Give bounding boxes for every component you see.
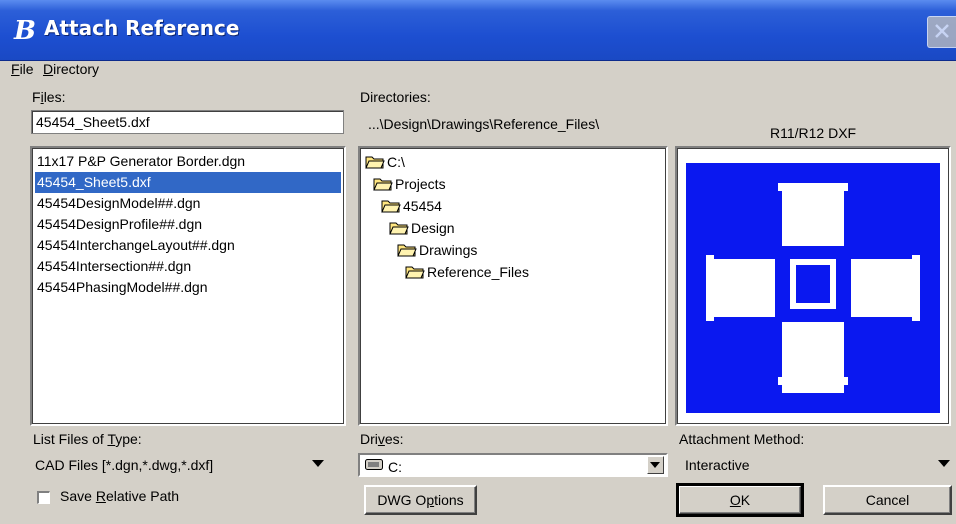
file-list-item[interactable]: 45454InterchangeLayout##.dgn [35,235,341,256]
filename-input[interactable]: 45454_Sheet5.dxf [31,110,344,134]
open-folder-icon [389,221,411,235]
directory-tree-item[interactable]: Reference_Files [363,261,663,283]
window-title: Attach Reference [44,16,240,40]
files-listbox[interactable]: 11x17 P&P Generator Border.dgn 45454_Shee… [30,146,346,426]
directory-tree-label: Design [411,220,455,236]
files-list: 11x17 P&P Generator Border.dgn 45454_Shee… [35,151,341,421]
file-list-item[interactable]: 45454DesignModel##.dgn [35,193,341,214]
directory-tree-item[interactable]: Drawings [363,239,663,261]
drives-dropdown[interactable]: C: [358,453,668,477]
preview-block [844,163,940,259]
drives-label: Drives: [360,431,404,447]
preview-pane [675,146,951,426]
directory-tree-label: Drawings [419,242,478,258]
close-icon [935,24,949,38]
directory-tree-item[interactable]: C:\ [363,151,663,173]
files-label: Files: [32,89,66,105]
open-folder-icon [405,265,427,279]
open-folder-icon [381,199,403,213]
file-type-value: CAD Files [*.dgn,*.dwg,*.dxf] [35,457,214,473]
preview-gap [778,377,848,385]
menu-bar [0,60,956,82]
preview-center-block [796,265,830,303]
directory-tree-label: Projects [395,176,446,192]
microstation-b-icon: B [14,16,36,46]
file-type-label: List Files of Type: [33,431,142,447]
file-list-item[interactable]: 11x17 P&P Generator Border.dgn [35,151,341,172]
preview-block [686,255,706,321]
file-list-item[interactable]: 45454_Sheet5.dxf [35,172,341,193]
directory-tree-item[interactable]: Design [363,217,663,239]
dwg-options-button[interactable]: DWG Options [364,485,477,515]
preview-block [686,317,782,413]
preview-block [778,163,848,183]
directory-tree-label: C:\ [387,154,405,170]
preview-block [778,393,848,413]
preview-block [920,255,940,321]
directory-tree-label: 45454 [403,198,442,214]
drives-dropdown-button[interactable] [647,456,664,474]
file-list-item[interactable]: 45454DesignProfile##.dgn [35,214,341,235]
open-folder-icon [373,177,395,191]
directories-tree[interactable]: C:\ Projects 45454 Design Drawings Reference_… [358,146,668,426]
filename-value: 45454_Sheet5.dxf [36,114,150,130]
file-type-dropdown[interactable]: CAD Files [*.dgn,*.dwg,*.dxf] [30,453,340,477]
current-path: ...\Design\Drawings\Reference_Files\ [368,116,600,132]
dir-tree-list: C:\ Projects 45454 Design Drawings Reference_… [363,151,663,421]
preview-gap [706,255,714,321]
drive-icon [365,459,383,470]
attachment-method-label: Attachment Method: [679,431,805,447]
ok-button[interactable]: OK [676,483,804,517]
open-folder-icon [365,155,387,169]
menu-file[interactable]: File [11,61,34,77]
file-list-item[interactable]: 45454PhasingModel##.dgn [35,277,341,298]
directory-tree-item[interactable]: Projects [363,173,663,195]
preview-block [686,163,782,259]
file-list-item[interactable]: 45454Intersection##.dgn [35,256,341,277]
save-relative-path-label[interactable]: Save Relative Path [60,488,179,504]
directory-tree-item[interactable]: 45454 [363,195,663,217]
preview-gap [778,183,848,191]
attachment-method-dropdown[interactable]: Interactive [675,453,956,477]
chevron-down-icon [312,460,324,467]
menu-directory[interactable]: Directory [43,61,99,77]
chevron-down-icon [938,460,950,467]
directory-tree-label: Reference_Files [427,264,529,280]
cancel-button[interactable]: Cancel [823,485,952,515]
directories-label: Directories: [360,89,431,105]
attachment-method-value: Interactive [685,457,750,473]
open-folder-icon [397,243,419,257]
chevron-down-icon [650,462,660,468]
preview-gap [912,255,920,321]
close-button[interactable] [927,16,956,48]
preview-format-label: R11/R12 DXF [770,125,857,141]
dxf-preview-image [686,163,940,413]
drives-value: C: [388,459,402,475]
save-relative-path-checkbox[interactable] [37,491,50,504]
preview-block [844,317,940,413]
